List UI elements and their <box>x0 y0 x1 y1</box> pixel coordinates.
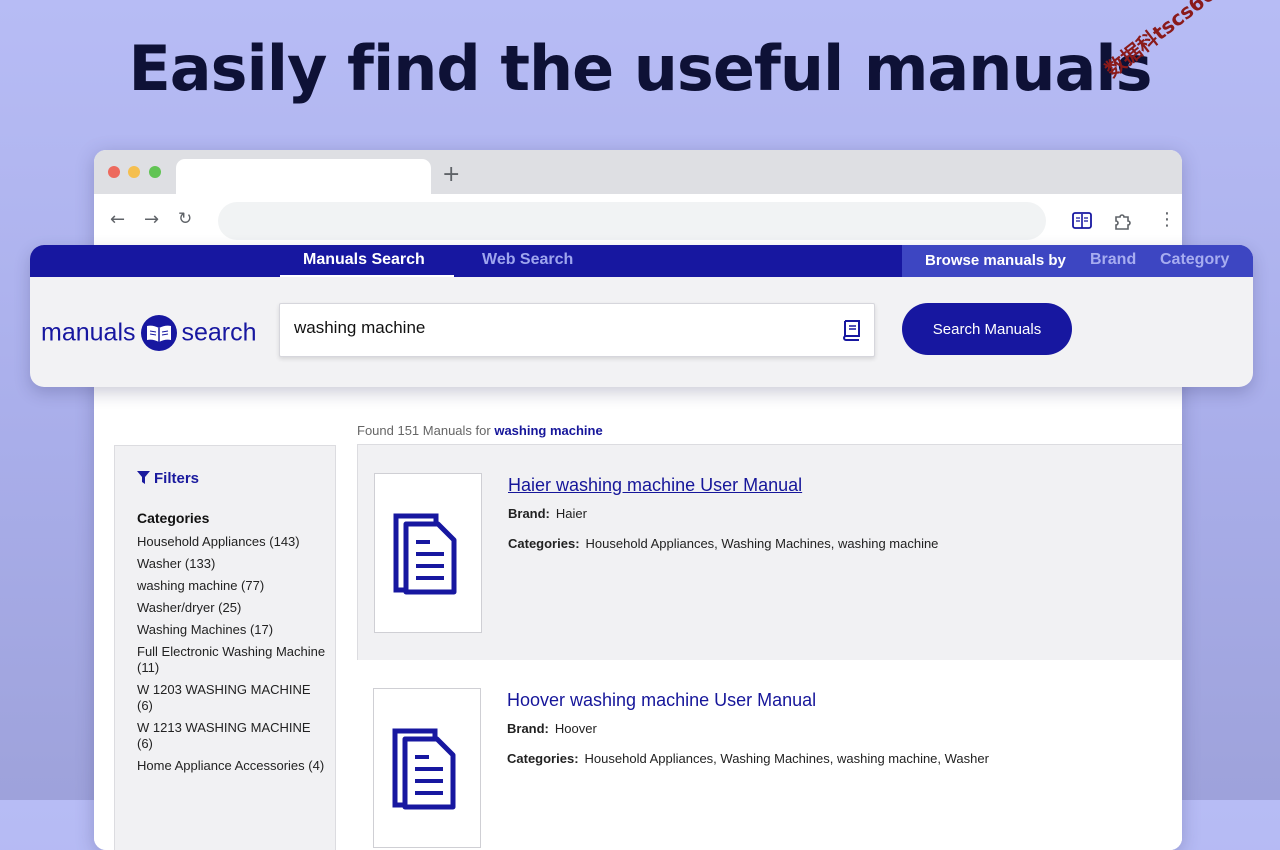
brand-label: Brand: <box>507 721 549 736</box>
browser-tab[interactable] <box>176 159 431 194</box>
results-query: washing machine <box>494 423 603 438</box>
maximize-window-button[interactable] <box>149 166 161 178</box>
reload-button[interactable]: ↻ <box>178 209 192 229</box>
category-list: Household Appliances (143) Washer (133) … <box>137 534 327 780</box>
manual-thumbnail[interactable] <box>373 688 481 848</box>
result-card: Haier washing machine User Manual Brand:… <box>357 444 1182 662</box>
search-manuals-button[interactable]: Search Manuals <box>902 303 1072 355</box>
category-item[interactable]: Washer (133) <box>137 556 327 572</box>
extension-navbar: Manuals Search Web Search Browse manuals… <box>30 245 1253 277</box>
tab-strip: + <box>94 150 1182 194</box>
minimize-window-button[interactable] <box>128 166 140 178</box>
category-item[interactable]: W 1213 WASHING MACHINE (6) <box>137 720 327 752</box>
browse-category-link[interactable]: Category <box>1160 251 1229 269</box>
forward-button[interactable]: → <box>144 209 159 230</box>
categories-title: Categories <box>137 510 210 526</box>
tab-manuals-search[interactable]: Manuals Search <box>303 251 425 269</box>
result-title-link[interactable]: Haier washing machine User Manual <box>508 475 802 496</box>
filters-sidebar: Filters Categories Household Appliances … <box>114 445 336 850</box>
document-icon <box>393 513 457 595</box>
categories-value: Household Appliances, Washing Machines, … <box>584 751 989 766</box>
categories-label: Categories: <box>508 536 580 551</box>
logo-text-right: search <box>181 318 257 347</box>
manual-thumbnail[interactable] <box>374 473 482 633</box>
result-title-link[interactable]: Hoover washing machine User Manual <box>507 690 816 711</box>
brand-value: Haier <box>555 506 587 521</box>
search-box <box>279 303 875 357</box>
brand-value: Hoover <box>554 721 597 736</box>
close-window-button[interactable] <box>108 166 120 178</box>
browse-brand-link[interactable]: Brand <box>1090 251 1136 269</box>
results-page: Found 151 Manuals for washing machine Fi… <box>94 400 1182 850</box>
puzzle-extensions-icon[interactable] <box>1112 210 1134 232</box>
category-item[interactable]: Household Appliances (143) <box>137 534 327 550</box>
results-count-text: Found 151 Manuals for <box>357 423 491 438</box>
category-item[interactable]: washing machine (77) <box>137 578 327 594</box>
categories-value: Household Appliances, Washing Machines, … <box>585 536 939 551</box>
filters-heading[interactable]: Filters <box>137 470 199 487</box>
back-button[interactable]: ← <box>110 209 125 230</box>
filters-label: Filters <box>154 470 200 487</box>
category-item[interactable]: Full Electronic Washing Machine (11) <box>137 644 327 676</box>
result-card: Hoover washing machine User Manual Brand… <box>357 660 1182 850</box>
result-categories: Categories: Household Appliances, Washing… <box>508 536 938 551</box>
browser-toolbar: ← → ↻ ⋮ <box>94 194 1182 251</box>
book-icon[interactable] <box>840 319 862 341</box>
result-brand: Brand: Hoover <box>507 721 597 736</box>
results-count: Found 151 Manuals for washing machine <box>357 423 603 438</box>
category-item[interactable]: W 1203 WASHING MACHINE (6) <box>137 682 327 714</box>
categories-label: Categories: <box>507 751 579 766</box>
category-item[interactable]: Home Appliance Accessories (4) <box>137 758 327 774</box>
result-brand: Brand: Haier <box>508 506 587 521</box>
address-bar[interactable] <box>218 202 1046 240</box>
browse-section: Browse manuals by Brand Category <box>902 245 1253 277</box>
search-input[interactable] <box>292 317 836 339</box>
filter-icon <box>137 471 150 484</box>
book-logo-icon <box>140 315 177 351</box>
book-extension-icon[interactable] <box>1071 210 1093 232</box>
headline: Easily find the useful manuals <box>128 32 1152 105</box>
brand-label: Brand: <box>508 506 550 521</box>
category-item[interactable]: Washer/dryer (25) <box>137 600 327 616</box>
manuals-search-logo[interactable]: manuals search <box>41 313 257 353</box>
extension-panel: Manuals Search Web Search Browse manuals… <box>30 245 1253 387</box>
tab-web-search[interactable]: Web Search <box>482 251 573 269</box>
active-tab-underline <box>280 275 454 277</box>
browser-menu-icon[interactable]: ⋮ <box>1158 209 1176 230</box>
new-tab-button[interactable]: + <box>442 162 460 187</box>
logo-text-left: manuals <box>41 318 136 347</box>
category-item[interactable]: Washing Machines (17) <box>137 622 327 638</box>
result-categories: Categories: Household Appliances, Washing… <box>507 751 989 766</box>
browse-label: Browse manuals by <box>925 252 1066 269</box>
